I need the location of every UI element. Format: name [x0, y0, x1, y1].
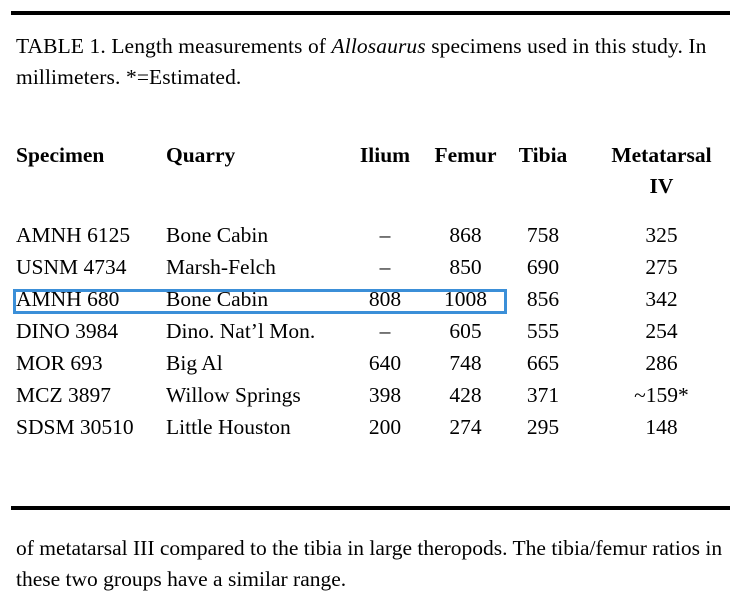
column-header-femur: Femur [434, 143, 497, 167]
cell-tibia: 295 [526, 415, 560, 439]
cell-metatarsal-iv: 325 [645, 223, 678, 247]
table-body: AMNH 6125 Bone Cabin – 868 758 325 USNM … [0, 204, 744, 444]
cell-metatarsal-iv: 275 [645, 255, 678, 279]
cell-tibia: 758 [526, 223, 560, 247]
cell-ilium: 808 [368, 287, 402, 311]
cell-ilium: – [379, 255, 391, 279]
table-caption: TABLE 1. Length measurements of Allosaur… [16, 31, 716, 93]
table-header-spacer [0, 204, 744, 220]
table-page: TABLE 1. Length measurements of Allosaur… [0, 0, 744, 599]
cell-quarry: Bone Cabin [166, 287, 269, 311]
cell-metatarsal-iv: 342 [645, 287, 678, 311]
cell-specimen: MOR 693 [16, 351, 103, 375]
column-header-quarry: Quarry [166, 143, 236, 167]
caption-prefix: TABLE 1. Length measurements of [16, 34, 332, 58]
cell-specimen: USNM 4734 [16, 255, 127, 279]
body-paragraph: of metatarsal III compared to the tibia … [16, 536, 723, 591]
caption-genus-italic: Allosaurus [331, 34, 426, 58]
table-row[interactable]: SDSM 30510 Little Houston 200 274 295 14… [0, 412, 744, 444]
cell-femur: 274 [449, 415, 482, 439]
cell-femur: 868 [449, 223, 482, 247]
table-row[interactable]: AMNH 6125 Bone Cabin – 868 758 325 [0, 220, 744, 252]
cell-specimen: AMNH 680 [16, 287, 120, 311]
table-row[interactable]: DINO 3984 Dino. Nat’l Mon. – 605 555 254 [0, 316, 744, 348]
cell-ilium: – [379, 223, 391, 247]
cell-femur: 850 [449, 255, 482, 279]
cell-metatarsal-iv: 286 [645, 351, 678, 375]
cell-ilium: 200 [368, 415, 402, 439]
cell-tibia: 665 [526, 351, 560, 375]
table-header-row: Specimen Quarry Ilium Femur Tibia Metata… [0, 140, 744, 204]
column-header-tibia: Tibia [518, 143, 568, 167]
table-bottom-rule [11, 506, 730, 510]
cell-femur: 605 [449, 319, 482, 343]
cell-ilium: 398 [368, 383, 402, 407]
cell-femur: 748 [449, 351, 482, 375]
cell-metatarsal-iv: 148 [645, 415, 678, 439]
cell-femur: 428 [449, 383, 482, 407]
cell-specimen: AMNH 6125 [16, 223, 131, 247]
cell-tibia: 371 [526, 383, 560, 407]
cell-ilium: 640 [368, 351, 402, 375]
table-row[interactable]: USNM 4734 Marsh-Felch – 850 690 275 [0, 252, 744, 284]
table-header: Specimen Quarry Ilium Femur Tibia Metata… [0, 140, 744, 204]
cell-quarry: Dino. Nat’l Mon. [166, 319, 316, 343]
cell-specimen: MCZ 3897 [16, 383, 111, 407]
measurements-table-wrapper: Specimen Quarry Ilium Femur Tibia Metata… [0, 140, 744, 444]
cell-quarry: Bone Cabin [166, 223, 269, 247]
column-header-ilium: Ilium [359, 143, 411, 167]
cell-tibia: 690 [526, 255, 560, 279]
measurements-table: Specimen Quarry Ilium Femur Tibia Metata… [0, 140, 744, 444]
column-header-metatarsal-iv: Metatarsal IV [579, 140, 744, 204]
cell-quarry: Marsh-Felch [166, 255, 276, 279]
cell-quarry: Big Al [166, 351, 223, 375]
cell-quarry: Willow Springs [166, 383, 301, 407]
cell-femur: 1008 [444, 287, 487, 311]
cell-tibia: 555 [526, 319, 560, 343]
cell-specimen: SDSM 30510 [16, 415, 134, 439]
table-row-selected[interactable]: AMNH 680 Bone Cabin 808 1008 856 342 [0, 284, 744, 316]
table-top-rule [11, 11, 730, 15]
cell-specimen: DINO 3984 [16, 319, 119, 343]
column-header-metatarsal-line2: IV [649, 174, 674, 198]
table-row[interactable]: MCZ 3897 Willow Springs 398 428 371 ~159… [0, 380, 744, 412]
column-header-metatarsal-line1: Metatarsal [611, 143, 712, 167]
cell-quarry: Little Houston [166, 415, 291, 439]
cell-metatarsal-iv: ~159* [634, 383, 689, 407]
table-row[interactable]: MOR 693 Big Al 640 748 665 286 [0, 348, 744, 380]
cell-ilium: – [379, 319, 391, 343]
column-header-specimen: Specimen [16, 143, 105, 167]
cell-metatarsal-iv: 254 [645, 319, 678, 343]
cell-tibia: 856 [526, 287, 560, 311]
